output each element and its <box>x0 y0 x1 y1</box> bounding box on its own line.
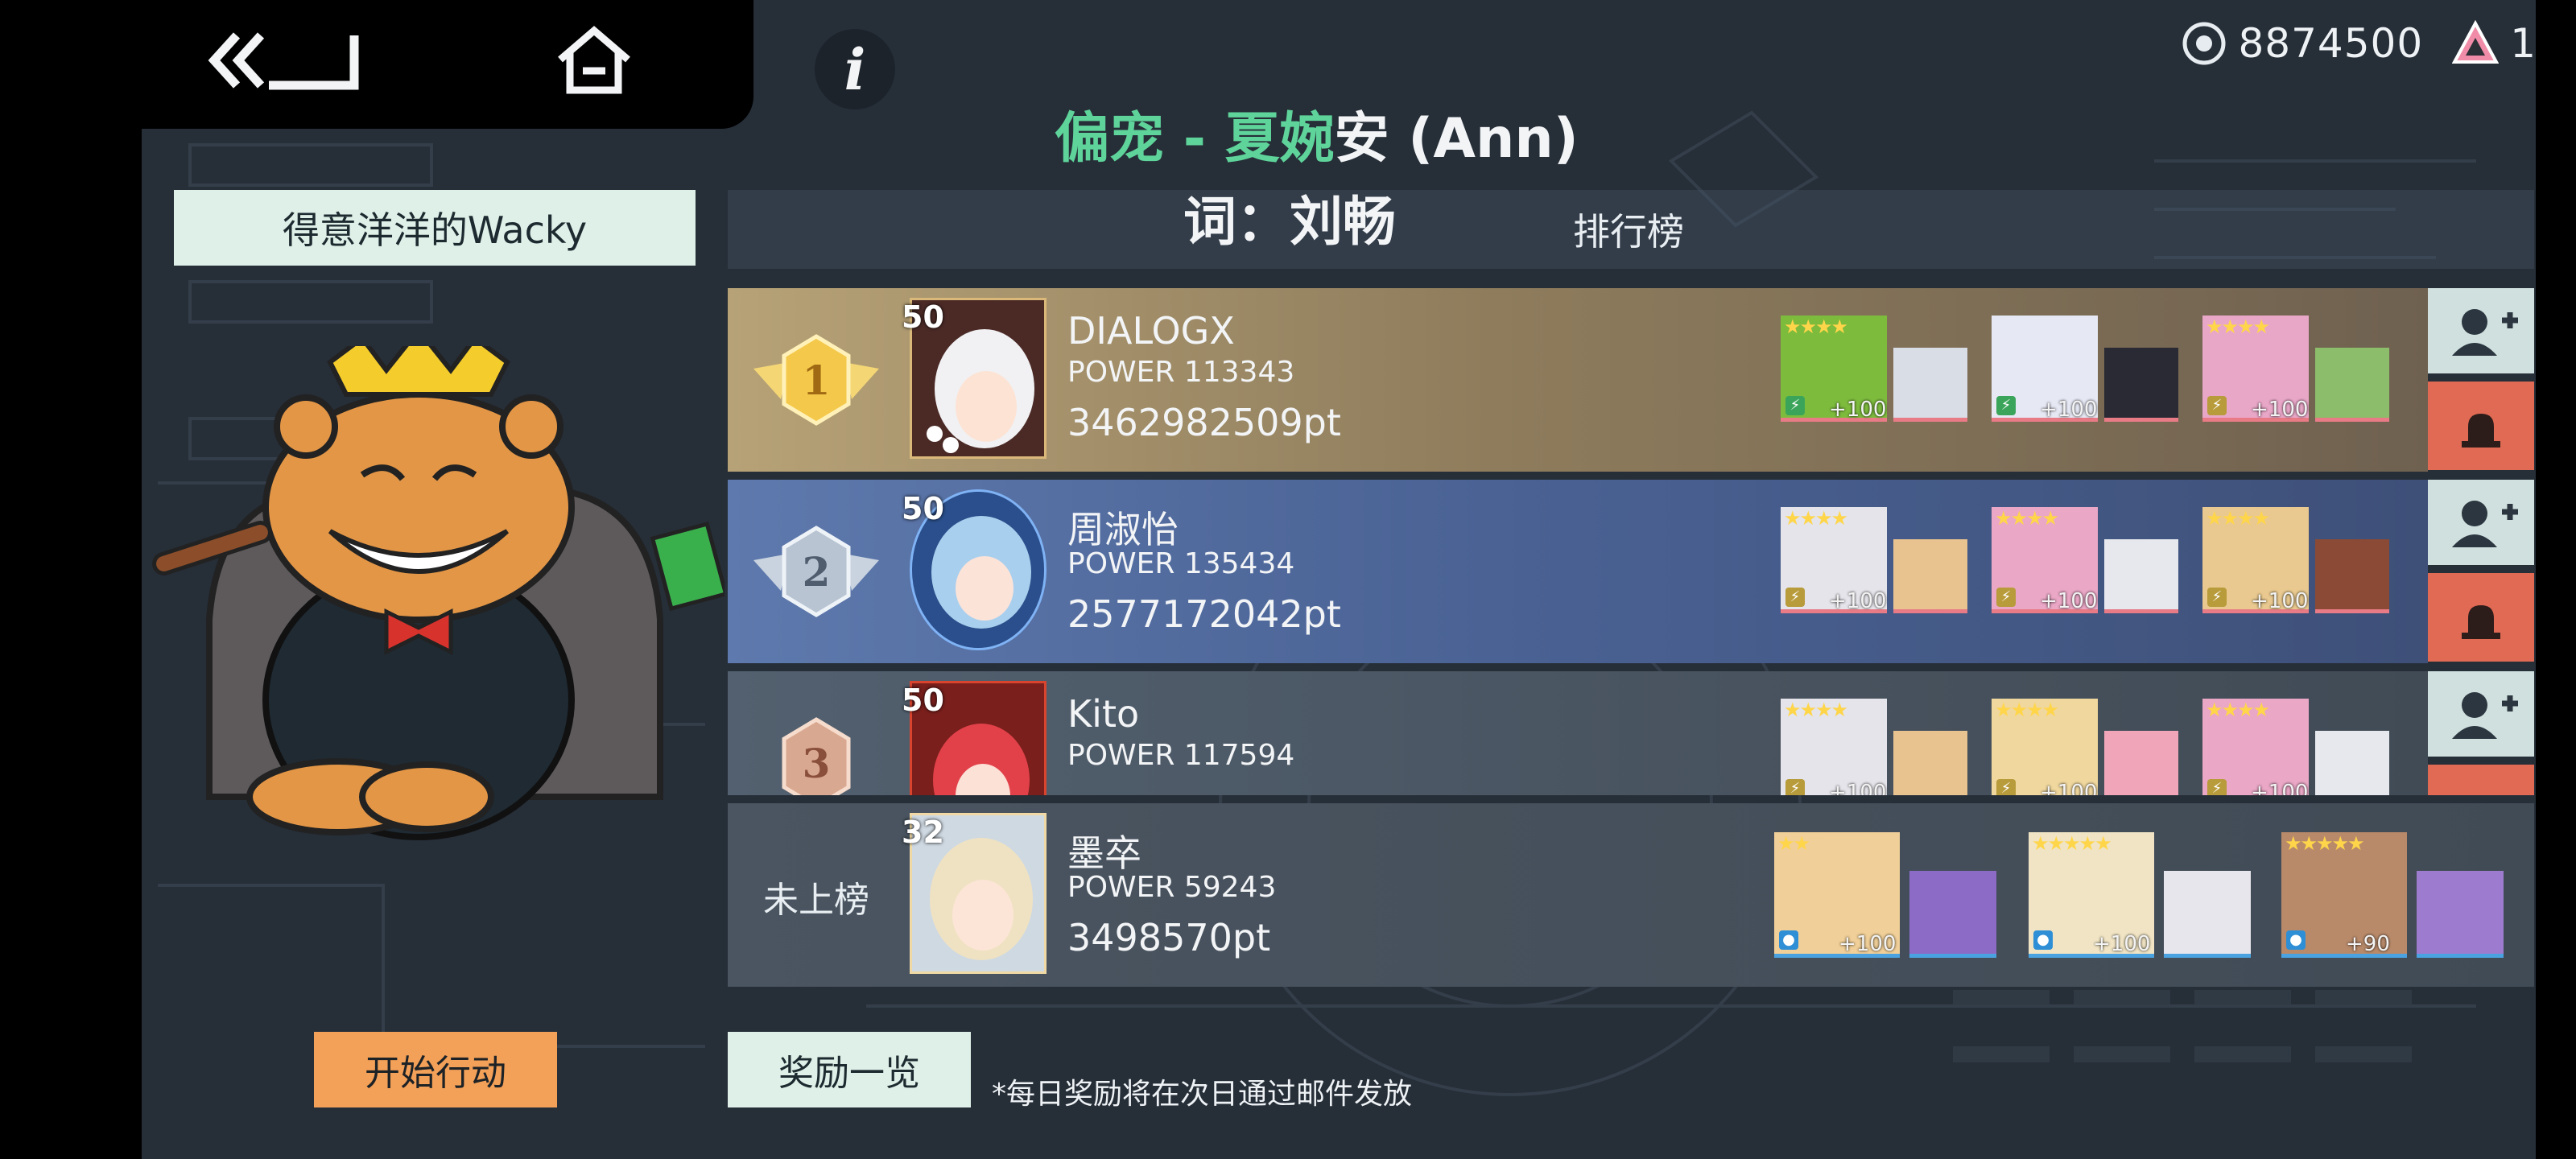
team-slot[interactable]: ★★ ● +100 <box>1774 832 2008 958</box>
team-slot[interactable]: ★★★★ ⚡ +100 <box>1992 699 2193 795</box>
player-name: Kito <box>1067 692 1140 736</box>
player-name: DIALOGX <box>1067 309 1235 353</box>
svg-text:1: 1 <box>803 357 831 404</box>
player-points: 2577172042pt <box>1067 592 1341 636</box>
rank-1-medal-icon: 1 <box>753 334 879 426</box>
team-slot[interactable]: ★★★★ ⚡ +100 <box>1781 507 1982 628</box>
coin-icon <box>2182 22 2225 65</box>
currency-bar: 8874500 1 <box>2181 14 2536 72</box>
add-friend-icon <box>2452 692 2518 739</box>
player-power: POWER 59243 <box>1067 871 1277 904</box>
reward-note: *每日奖励将在次日通过邮件发放 <box>992 1078 1413 1111</box>
player-level: 50 <box>902 683 944 718</box>
team-slot[interactable]: ★★★★ ⚡ +100 <box>2202 316 2404 436</box>
lyricist-label: 词：刘畅 <box>1183 191 1396 253</box>
report-button-2[interactable] <box>2428 573 2534 662</box>
coin-amount: 8874500 <box>2238 20 2424 67</box>
team-slot[interactable]: ★★★★ ⚡ +100 <box>1992 507 2193 628</box>
start-action-button[interactable]: 开始行动 <box>314 1032 557 1107</box>
add-friend-button-1[interactable] <box>2428 288 2534 373</box>
report-icon <box>2462 414 2500 448</box>
player-power: POWER 135434 <box>1067 547 1295 580</box>
add-friend-button-3[interactable] <box>2428 671 2534 757</box>
report-icon <box>2462 605 2500 639</box>
player-points: 3462982509pt <box>1067 401 1341 444</box>
team-slot[interactable]: ★★★★★ ● +90 <box>2281 832 2515 958</box>
leaderboard-row-2[interactable]: 2 50 周淑怡 POWER 135434 2577172042pt ★★★★ … <box>728 480 2428 663</box>
report-button-3[interactable] <box>2428 765 2534 795</box>
letterbox-right <box>2536 0 2576 1159</box>
team-slot[interactable]: ★★★★ ⚡ +100 <box>2202 699 2404 795</box>
home-icon[interactable] <box>554 24 634 97</box>
my-ranking-row: 未上榜 32 墨卒 POWER 59243 3498570pt ★★ ● +10… <box>728 803 2534 987</box>
team-slot[interactable]: ★★★★ ⚡ +100 <box>1781 316 1982 436</box>
info-icon[interactable]: i <box>815 29 895 109</box>
svg-text:3: 3 <box>803 740 831 787</box>
add-friend-icon <box>2452 501 2518 547</box>
player-power: POWER 117594 <box>1067 739 1295 772</box>
team-slot[interactable]: ★★★★★ ● +100 <box>2029 832 2262 958</box>
letterbox-left <box>0 0 142 1159</box>
player-name: 周淑怡 <box>1067 508 1179 551</box>
ticket-count: 1 <box>2510 20 2536 67</box>
ticket-icon <box>2452 20 2500 64</box>
add-friend-icon <box>2452 309 2518 356</box>
my-rank-label: 未上榜 <box>763 880 869 921</box>
tab-ranking[interactable]: 排行榜 <box>1573 203 1684 256</box>
player-power: POWER 113343 <box>1067 356 1295 389</box>
leaderboard-row-3[interactable]: 3 50 Kito POWER 117594 ★★★★ ⚡ +100 ★★★★ … <box>728 671 2428 795</box>
report-button-1[interactable] <box>2428 382 2534 470</box>
back-arrow-icon[interactable] <box>201 24 362 97</box>
player-name: 墨卒 <box>1067 831 1141 875</box>
player-level: 50 <box>902 491 944 526</box>
wacky-mascot-image <box>152 346 724 840</box>
leaderboard-row-1[interactable]: 1 50 DIALOGX POWER 113343 3462982509pt ★… <box>728 288 2428 472</box>
player-level: 50 <box>902 299 944 335</box>
player-name: 得意洋洋的Wacky <box>174 190 696 266</box>
ranking-screen: i 8874500 1 偏宠 - 夏婉安 (Ann) 词：刘畅 排行榜 得意洋洋… <box>0 0 2576 1159</box>
add-friend-button-2[interactable] <box>2428 480 2534 565</box>
team-slot[interactable]: ★★★★ ⚡ +100 <box>1781 699 1982 795</box>
song-title: 偏宠 - 夏婉安 (Ann) <box>1055 107 1579 171</box>
leaderboard-list[interactable]: 1 50 DIALOGX POWER 113343 3462982509pt ★… <box>728 288 2428 795</box>
team-slot[interactable]: ★★★★ ⚡ +100 <box>2202 507 2404 628</box>
player-points: 3498570pt <box>1067 916 1271 959</box>
team-slot[interactable]: ⚡ +100 <box>1992 316 2193 436</box>
svg-text:2: 2 <box>803 548 831 596</box>
player-level: 32 <box>902 815 944 850</box>
rank-3-medal-icon: 3 <box>782 717 851 795</box>
rank-2-medal-icon: 2 <box>753 526 879 617</box>
reward-list-button[interactable]: 奖励一览 <box>728 1032 971 1107</box>
